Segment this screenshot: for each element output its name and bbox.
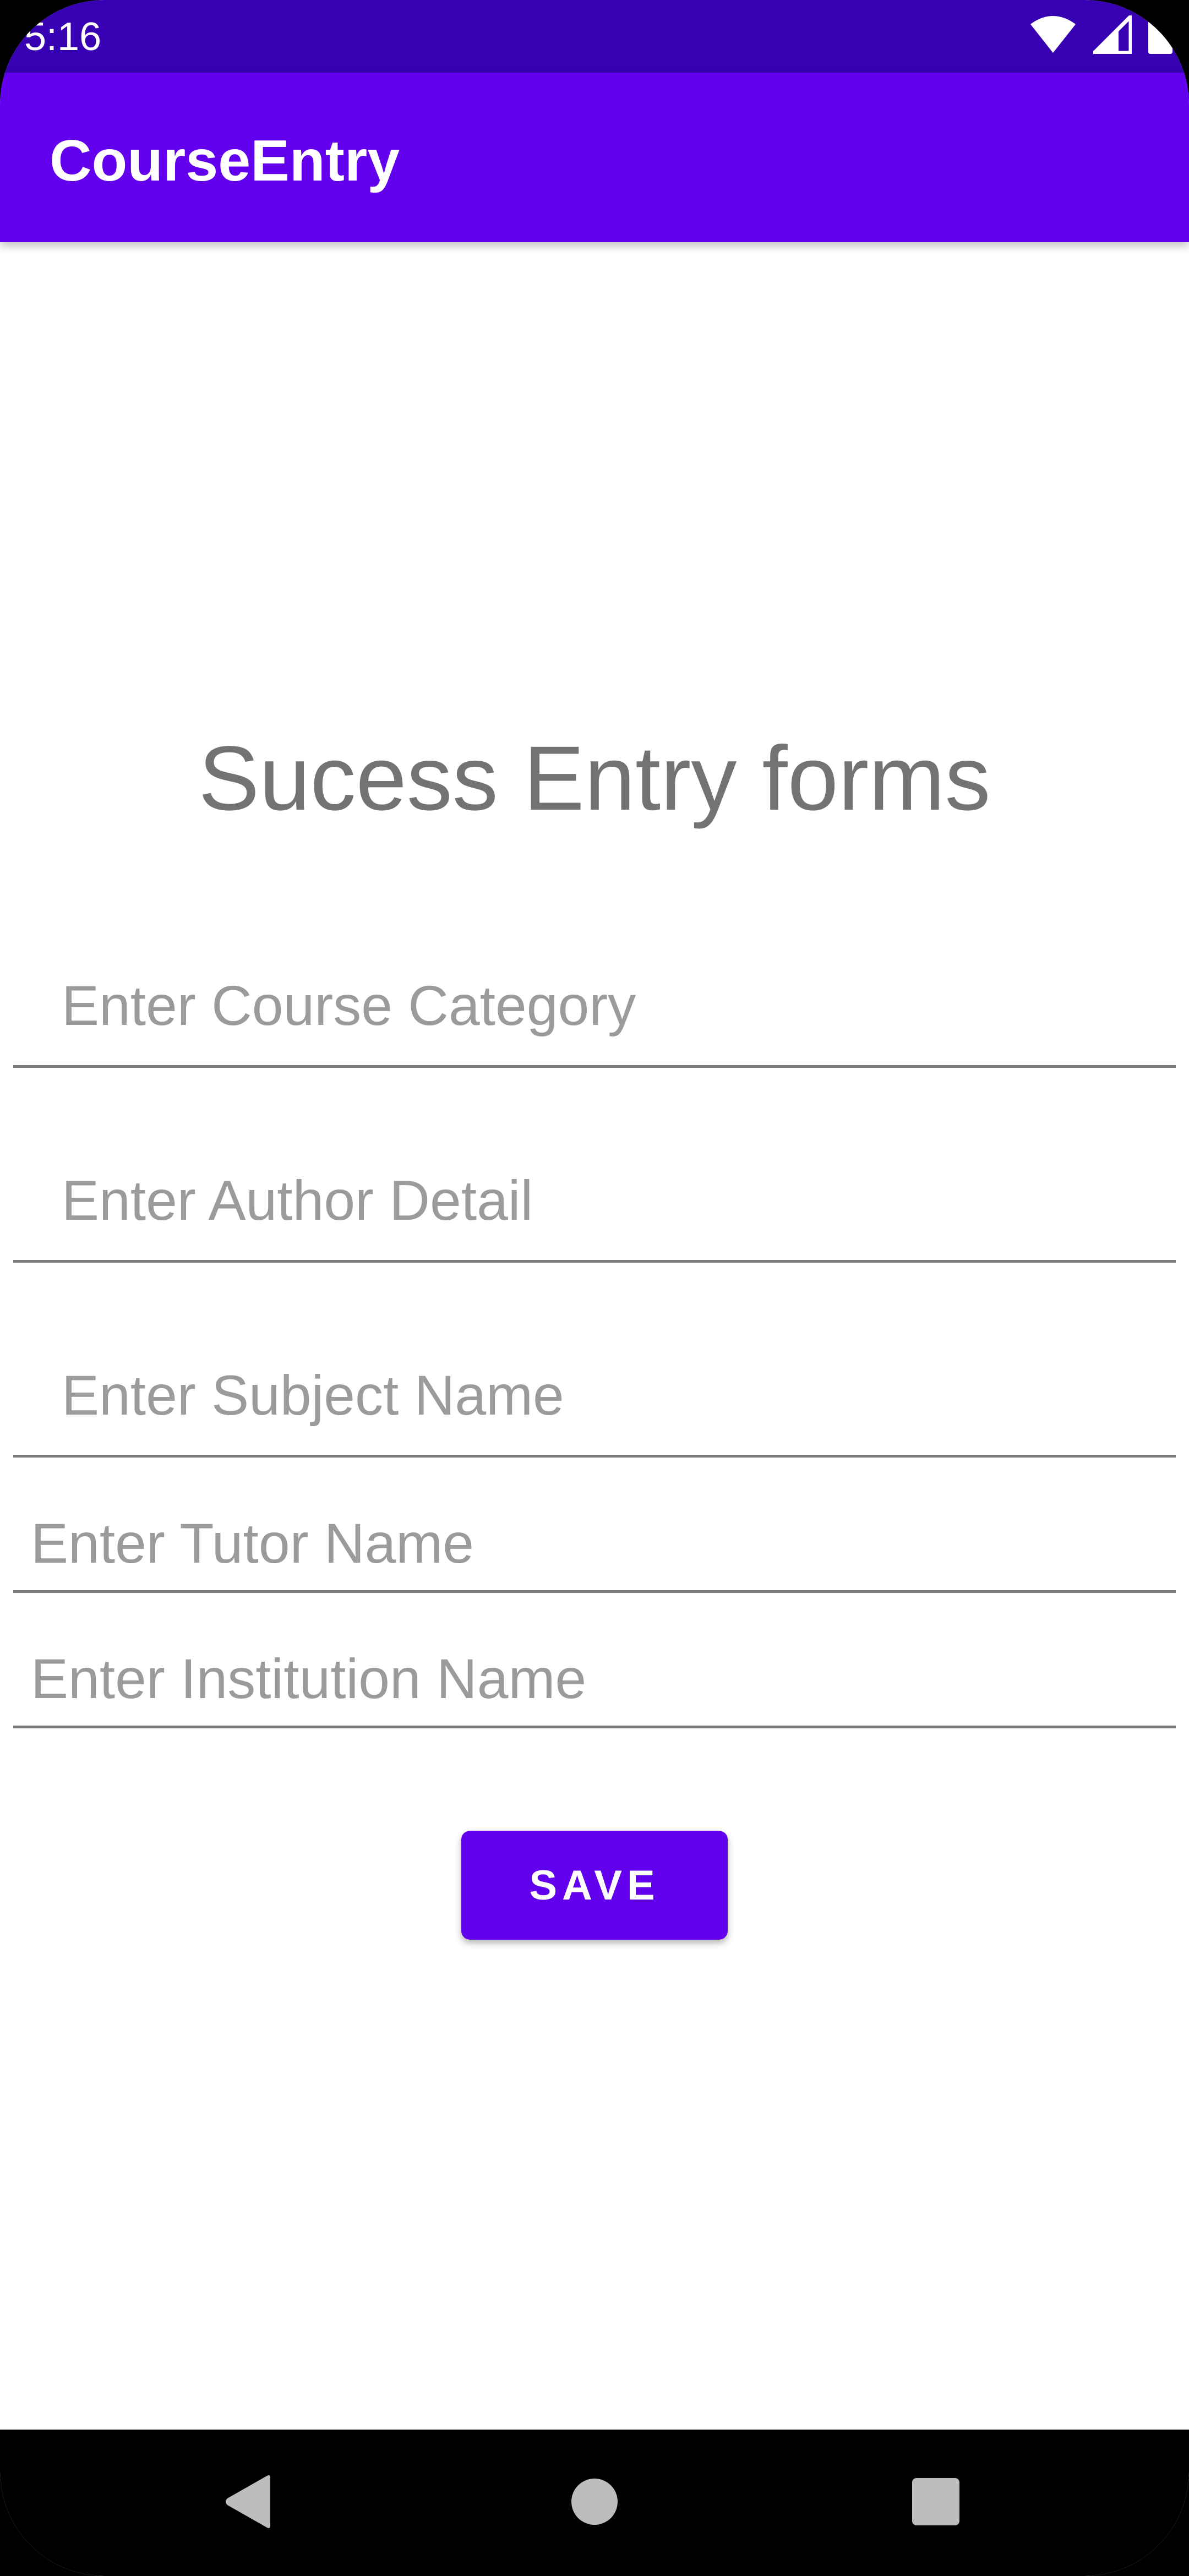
institution-name-field[interactable] xyxy=(13,1633,1176,1728)
form-heading: Sucess Entry forms xyxy=(198,728,991,829)
home-button[interactable] xyxy=(512,2430,677,2576)
status-time: 5:16 xyxy=(24,15,102,59)
battery-icon xyxy=(1148,15,1172,57)
recents-icon xyxy=(912,2477,959,2528)
navigation-bar xyxy=(0,2430,1189,2576)
app-bar: CourseEntry xyxy=(0,73,1189,242)
status-icons xyxy=(1029,12,1172,57)
back-button[interactable] xyxy=(165,2430,330,2576)
tutor-name-input[interactable] xyxy=(13,1497,1176,1590)
course-category-field[interactable] xyxy=(13,936,1176,1068)
subject-name-input[interactable] xyxy=(13,1325,1176,1455)
status-bar: 5:16 xyxy=(0,0,1189,73)
author-detail-field[interactable] xyxy=(13,1131,1176,1263)
author-detail-input[interactable] xyxy=(13,1131,1176,1260)
back-icon xyxy=(223,2474,272,2532)
app-screen: 5:16 CourseEntry Sucess Entry forms Ente… xyxy=(0,0,1189,2576)
course-category-input[interactable] xyxy=(13,936,1176,1065)
wifi-icon xyxy=(1029,15,1077,57)
recents-button[interactable] xyxy=(853,2430,1018,2576)
home-icon xyxy=(571,2478,618,2528)
tutor-name-field[interactable] xyxy=(13,1497,1176,1593)
save-button[interactable]: SAVE xyxy=(461,1831,728,1940)
institution-name-input[interactable] xyxy=(13,1633,1176,1726)
subject-name-field[interactable] xyxy=(13,1325,1176,1458)
app-title: CourseEntry xyxy=(50,128,400,193)
signal-icon xyxy=(1089,12,1133,57)
